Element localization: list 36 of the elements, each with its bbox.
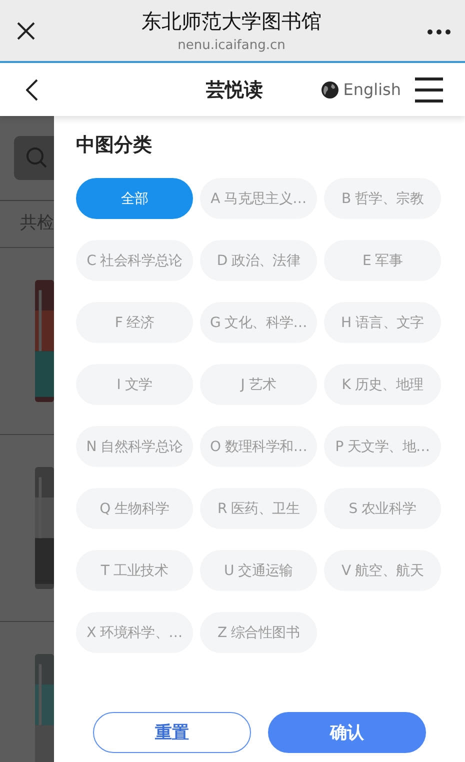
category-chip[interactable]: C 社会科学总论 — [76, 240, 193, 281]
category-chip[interactable]: K 历史、地理 — [324, 364, 441, 405]
confirm-button[interactable]: 确认 — [268, 712, 426, 753]
category-chip[interactable]: N 自然科学总论 — [76, 426, 193, 467]
category-chip[interactable]: 全部 — [76, 178, 193, 219]
back-icon[interactable] — [26, 78, 38, 100]
category-chip[interactable]: S 农业科学 — [324, 488, 441, 529]
section-title: 中图分类 — [76, 133, 153, 158]
category-chip[interactable]: B 哲学、宗教 — [324, 178, 441, 219]
category-chip[interactable]: H 语言、文字 — [324, 302, 441, 343]
reset-button[interactable]: 重置 — [93, 712, 251, 753]
language-link[interactable]: English — [343, 80, 401, 99]
category-chip[interactable]: J 艺术 — [200, 364, 317, 405]
category-chip[interactable]: F 经济 — [76, 302, 193, 343]
category-chip[interactable]: T 工业技术 — [76, 550, 193, 591]
category-chip[interactable]: I 文学 — [76, 364, 193, 405]
page-title: 东北师范大学图书馆 — [142, 8, 322, 34]
category-chip[interactable]: V 航空、航天 — [324, 550, 441, 591]
category-chip[interactable]: O 数理科学和… — [200, 426, 317, 467]
more-icon[interactable] — [427, 28, 451, 34]
page-url: nenu.icaifang.cn — [178, 36, 286, 54]
close-icon[interactable] — [16, 20, 36, 40]
category-chip[interactable]: U 交通运输 — [200, 550, 317, 591]
category-chip[interactable]: Z 综合性图书 — [200, 612, 317, 653]
menu-icon[interactable] — [415, 76, 443, 102]
category-chip[interactable]: A 马克思主义… — [200, 178, 317, 219]
globe-icon[interactable] — [321, 80, 340, 98]
search-icon — [26, 147, 48, 169]
category-chip[interactable]: D 政治、法律 — [200, 240, 317, 281]
category-chip[interactable]: Q 生物科学 — [76, 488, 193, 529]
app-title: 芸悦读 — [205, 78, 264, 102]
category-chip[interactable]: X 环境科学、… — [76, 612, 193, 653]
category-chip[interactable]: G 文化、科学… — [200, 302, 317, 343]
category-chip[interactable]: R 医药、卫生 — [200, 488, 317, 529]
category-chip[interactable]: E 军事 — [324, 240, 441, 281]
category-chip[interactable]: P 天文学、地… — [324, 426, 441, 467]
